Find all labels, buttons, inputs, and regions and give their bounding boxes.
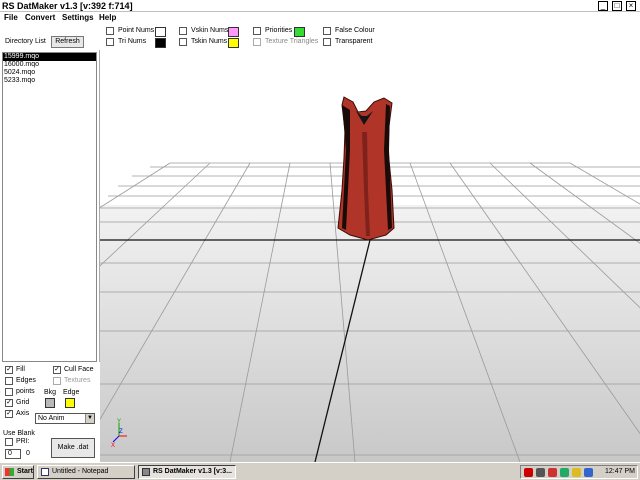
options-toolbar: Directory List Refresh Point Nums Tri Nu…	[0, 24, 640, 50]
minimize-button[interactable]: _	[598, 1, 608, 11]
pri-label: PRI:	[16, 438, 30, 445]
bkg-label: Bkg	[44, 389, 57, 396]
transparent-label: Transparent	[335, 38, 373, 45]
edge-color-swatch[interactable]	[65, 398, 75, 408]
point-nums-color-swatch[interactable]	[155, 27, 166, 37]
3d-scene[interactable]: Y Z X	[100, 50, 640, 462]
maximize-button[interactable]: □	[612, 1, 622, 11]
tskin-nums-label: Tskin Nums	[191, 38, 228, 45]
chevron-down-icon[interactable]: ▼	[85, 414, 94, 423]
tri-nums-color-swatch[interactable]	[155, 38, 166, 48]
cape-model	[337, 96, 395, 241]
cull-face-checkbox[interactable]: ✓	[53, 366, 61, 374]
texture-triangles-checkbox[interactable]	[253, 38, 261, 46]
system-tray: 12:47 PM	[520, 465, 638, 479]
use-blank-label: Use Blank	[3, 430, 35, 437]
file-list[interactable]: 15999.mqo 16000.mqo 5024.mqo 5233.mqo	[2, 52, 97, 362]
y-axis-label: Y	[117, 419, 121, 425]
pri-checkbox[interactable]	[5, 438, 13, 446]
tray-security-icon[interactable]	[548, 468, 557, 477]
tray-update-icon[interactable]	[560, 468, 569, 477]
false-colour-label: False Colour	[335, 27, 375, 34]
tray-network-icon[interactable]	[536, 468, 545, 477]
points-label: points	[16, 388, 35, 395]
3d-viewport[interactable]: Y Z X	[100, 50, 640, 462]
priorities-checkbox[interactable]	[253, 27, 261, 35]
vskin-nums-checkbox[interactable]	[179, 27, 187, 35]
notepad-icon	[41, 468, 49, 476]
vskin-nums-label: Vskin Nums	[191, 27, 229, 34]
render-options-panel: ✓ Fill Edges points ✓ Grid ✓ Axis ✓ Cull…	[0, 362, 100, 462]
menu-bar: File Convert Settings Help	[0, 12, 640, 24]
tskin-nums-checkbox[interactable]	[179, 38, 187, 46]
tri-nums-label: Tri Nums	[118, 38, 147, 45]
menu-settings[interactable]: Settings	[62, 13, 94, 22]
z-axis-label: Z	[119, 429, 123, 435]
textures-label: Textures	[64, 377, 91, 384]
tray-app-icon[interactable]	[524, 468, 533, 477]
x-axis-label: X	[111, 443, 115, 449]
pri-input-value: 0	[8, 450, 12, 457]
start-label: Start	[17, 468, 33, 475]
points-checkbox[interactable]	[5, 388, 13, 396]
file-list-item[interactable]: 5024.mqo	[3, 69, 96, 77]
pri-input[interactable]: 0	[5, 449, 21, 459]
file-list-item[interactable]: 16000.mqo	[3, 61, 96, 69]
axis-checkbox[interactable]: ✓	[5, 410, 13, 418]
menu-help[interactable]: Help	[99, 13, 116, 22]
datmaker-icon	[142, 468, 150, 476]
refresh-button[interactable]: Refresh	[51, 36, 84, 48]
windows-logo-icon	[5, 468, 14, 476]
taskbar-clock: 12:47 PM	[605, 468, 635, 475]
taskbar-item-label: Untitled - Notepad	[52, 468, 109, 475]
axis-label: Axis	[16, 410, 30, 417]
make-dat-button[interactable]: Make .dat	[51, 438, 95, 458]
taskbar-item-label: RS DatMaker v1.3 [v:3...	[153, 468, 232, 475]
edge-color-label: Edge	[63, 389, 80, 396]
grid-checkbox[interactable]: ✓	[5, 399, 13, 407]
directory-list-label: Directory List	[5, 38, 46, 45]
texture-triangles-label: Texture Triangles	[265, 38, 319, 45]
bkg-color-swatch[interactable]	[45, 398, 55, 408]
edges-checkbox[interactable]	[5, 377, 13, 385]
cull-face-label: Cull Face	[64, 366, 94, 373]
file-list-item[interactable]: 5233.mqo	[3, 77, 96, 85]
window-title-bar: RS DatMaker v1.3 [v:392 f:714] _ □ ×	[0, 0, 640, 12]
fill-checkbox[interactable]: ✓	[5, 366, 13, 374]
anim-select[interactable]: No Anim ▼	[35, 413, 95, 424]
point-nums-checkbox[interactable]	[106, 27, 114, 35]
sidebar-panel: 15999.mqo 16000.mqo 5024.mqo 5233.mqo ✓ …	[0, 50, 100, 462]
priorities-label: Priorities	[265, 27, 293, 34]
taskbar-item-datmaker[interactable]: RS DatMaker v1.3 [v:3...	[138, 465, 236, 479]
fill-label: Fill	[16, 366, 25, 373]
anim-select-value: No Anim	[38, 415, 65, 422]
menu-file[interactable]: File	[4, 13, 18, 22]
tskin-nums-color-swatch[interactable]	[228, 38, 239, 48]
floor-plane	[100, 205, 640, 462]
false-colour-checkbox[interactable]	[323, 27, 331, 35]
point-nums-label: Point Nums	[118, 27, 155, 34]
priorities-color-swatch[interactable]	[294, 27, 305, 37]
window-title: RS DatMaker v1.3 [v:392 f:714]	[2, 1, 133, 11]
edges-label: Edges	[16, 377, 36, 384]
tray-shield-icon[interactable]	[572, 468, 581, 477]
tray-volume-icon[interactable]	[584, 468, 593, 477]
menu-convert[interactable]: Convert	[25, 13, 55, 22]
close-button[interactable]: ×	[626, 1, 636, 11]
textures-checkbox[interactable]	[53, 377, 61, 385]
windows-taskbar: Start Untitled - Notepad RS DatMaker v1.…	[0, 462, 640, 480]
file-list-item[interactable]: 15999.mqo	[3, 53, 96, 61]
vskin-nums-color-swatch[interactable]	[228, 27, 239, 37]
start-button[interactable]: Start	[2, 465, 34, 479]
grid-label: Grid	[16, 399, 30, 406]
taskbar-item-notepad[interactable]: Untitled - Notepad	[37, 465, 135, 479]
pri-extra-value: 0	[26, 450, 30, 457]
transparent-checkbox[interactable]	[323, 38, 331, 46]
tri-nums-checkbox[interactable]	[106, 38, 114, 46]
